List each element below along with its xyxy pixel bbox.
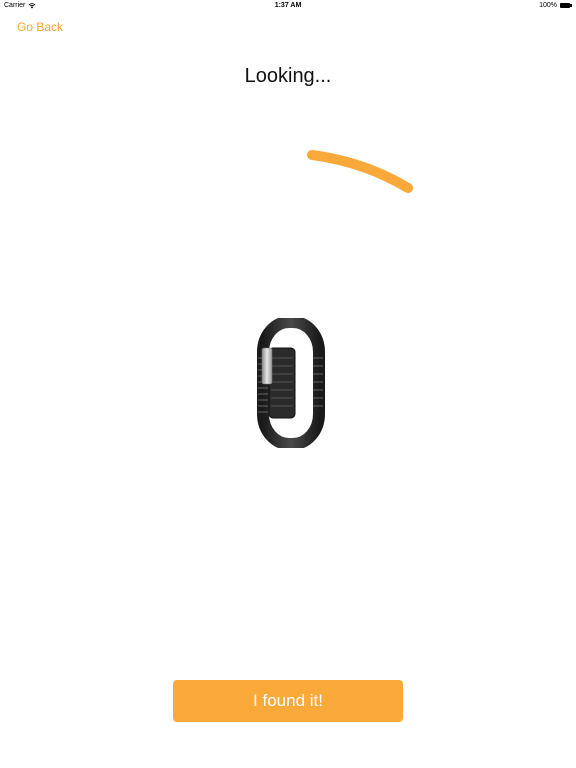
screen: Carrier 1:37 AM 100% Go Back Looking... <box>0 0 576 768</box>
wristband-image <box>249 316 325 450</box>
found-it-button[interactable]: I found it! <box>173 680 403 722</box>
